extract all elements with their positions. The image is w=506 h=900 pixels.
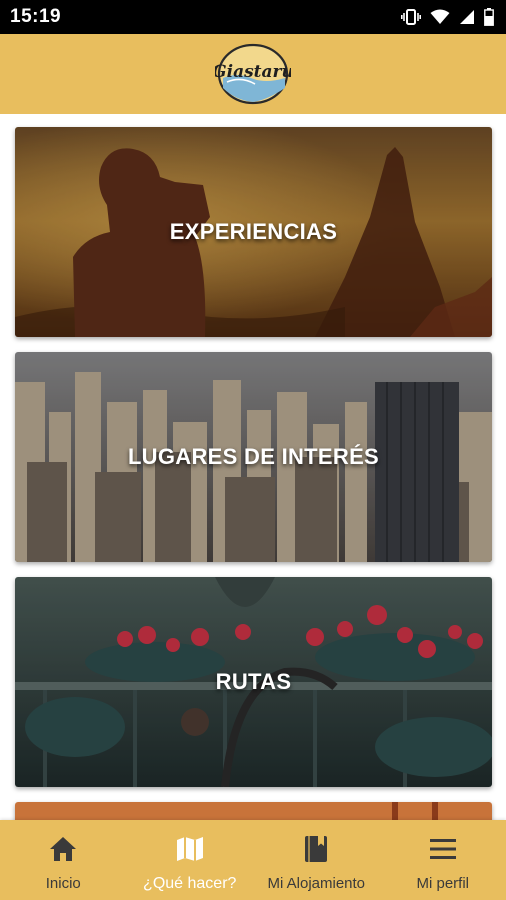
- card-experiencias[interactable]: EXPERIENCIAS: [15, 127, 492, 337]
- battery-icon: [484, 8, 494, 26]
- vibrate-icon: [401, 9, 421, 25]
- card-lugares-de-interes[interactable]: LUGARES DE INTERÉS: [15, 352, 492, 562]
- card-label: RUTAS: [215, 669, 292, 694]
- nav-inicio[interactable]: Inicio: [0, 820, 127, 900]
- nav-que-hacer[interactable]: ¿Qué hacer?: [127, 820, 254, 900]
- nav-label: ¿Qué hacer?: [143, 875, 237, 892]
- nav-mi-alojamiento[interactable]: Mi Alojamiento: [253, 820, 380, 900]
- status-time: 15:19: [10, 6, 62, 27]
- menu-icon: [429, 834, 457, 864]
- map-icon: [176, 834, 204, 864]
- card-rutas[interactable]: RUTAS: [15, 577, 492, 787]
- signal-icon: [459, 9, 475, 25]
- status-bar: 15:19: [0, 0, 506, 34]
- app-header: Giastaru: [0, 34, 506, 114]
- status-icons: [401, 8, 494, 26]
- home-icon: [49, 834, 77, 864]
- nav-label: Inicio: [45, 875, 81, 892]
- nav-mi-perfil[interactable]: Mi perfil: [380, 820, 506, 900]
- card-label: LUGARES DE INTERÉS: [127, 444, 380, 469]
- nav-label: Mi perfil: [416, 875, 469, 892]
- book-icon: [304, 834, 328, 864]
- bottom-navigation: Inicio ¿Qué hacer? Mi Alojamiento Mi per…: [0, 820, 506, 900]
- wifi-icon: [430, 9, 450, 25]
- activity-categories: EXPERIENCIAS LUGARES DE INTERÉS RUTAS: [0, 114, 506, 820]
- card-label: EXPERIENCIAS: [169, 219, 338, 244]
- brand-logo: Giastaru: [215, 43, 291, 105]
- nav-label: Mi Alojamiento: [267, 875, 366, 892]
- partial-card-image: [15, 802, 492, 820]
- card-partial[interactable]: [15, 802, 492, 820]
- logo-lettering: Giastaru: [215, 62, 291, 82]
